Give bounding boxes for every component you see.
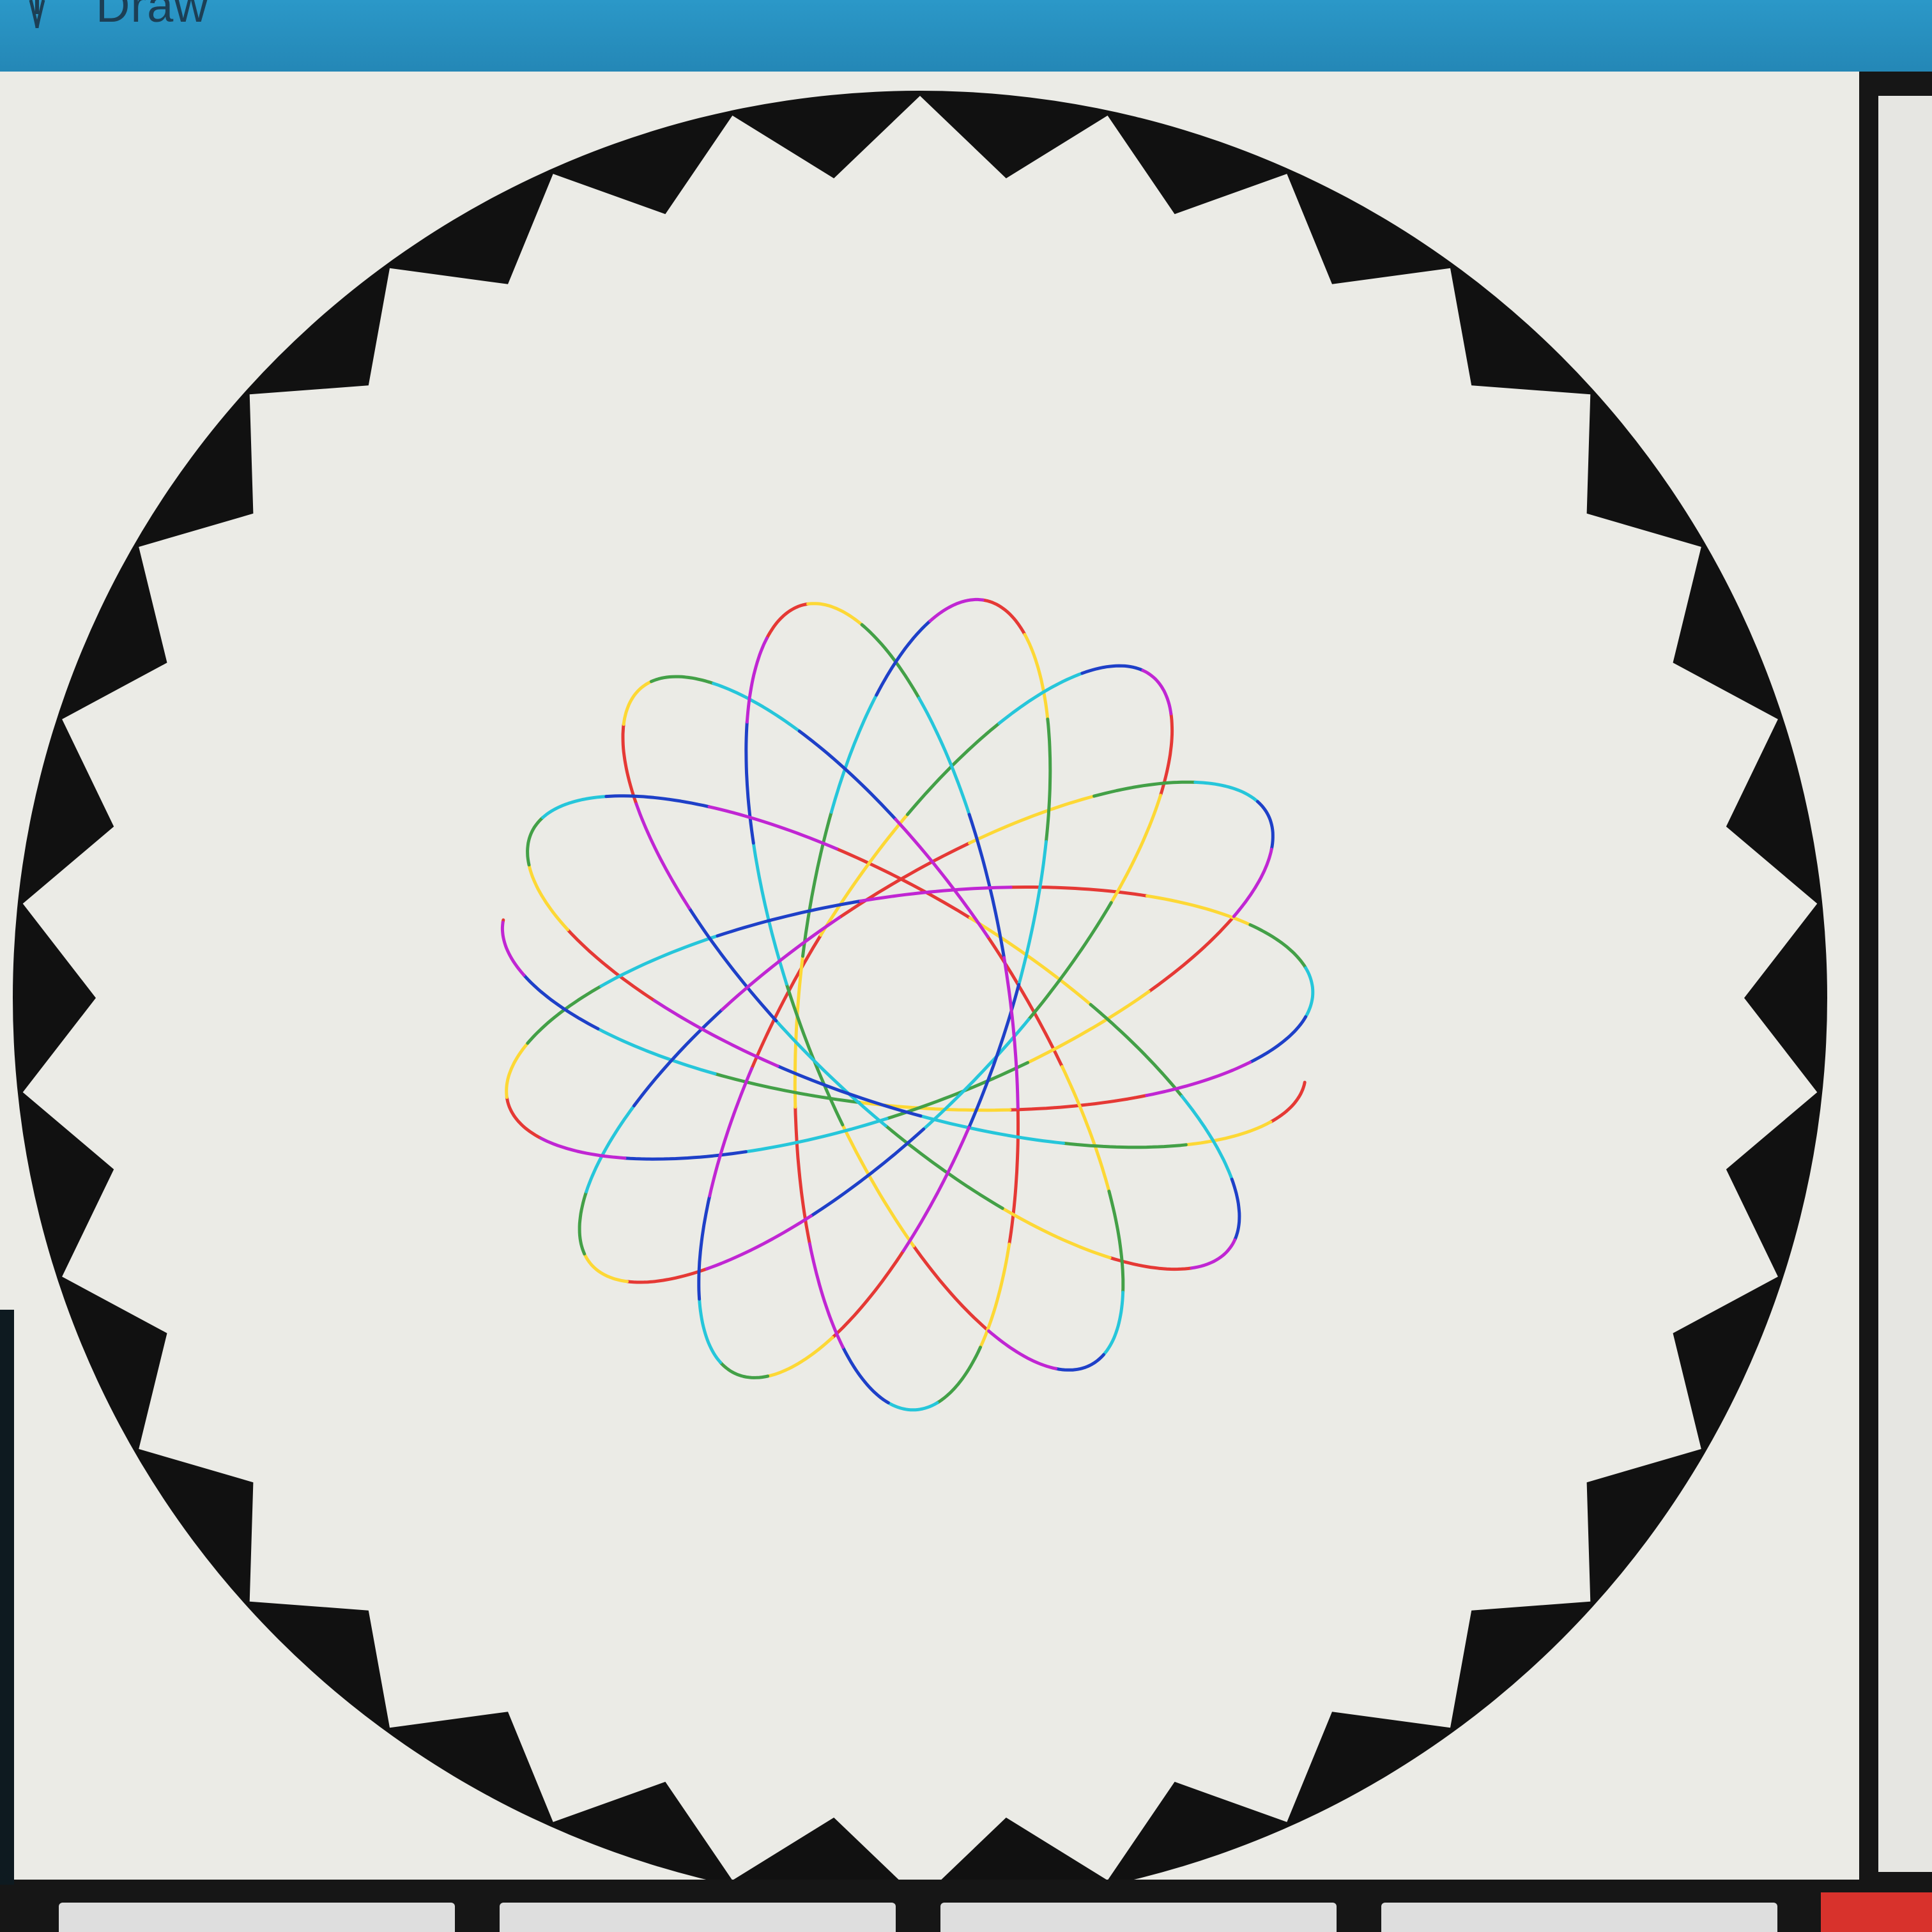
gear-ring: [13, 91, 1827, 1880]
drawing-canvas[interactable]: [0, 72, 1859, 1880]
color-swatch-red[interactable]: [1821, 1892, 1932, 1932]
background-window-edge: [0, 1310, 14, 1885]
window-title: Draw: [96, 0, 209, 32]
toolbar-button-1[interactable]: [59, 1903, 455, 1932]
toolbar-button-4[interactable]: [1381, 1903, 1777, 1932]
title-bar: Draw: [0, 0, 1932, 72]
toolbar-button-3[interactable]: [940, 1903, 1337, 1932]
toolbar-button-2[interactable]: [500, 1903, 896, 1932]
app-window: Draw: [0, 0, 1932, 1932]
side-panel-area[interactable]: [1878, 96, 1932, 1872]
pen-icon: [29, 0, 45, 29]
